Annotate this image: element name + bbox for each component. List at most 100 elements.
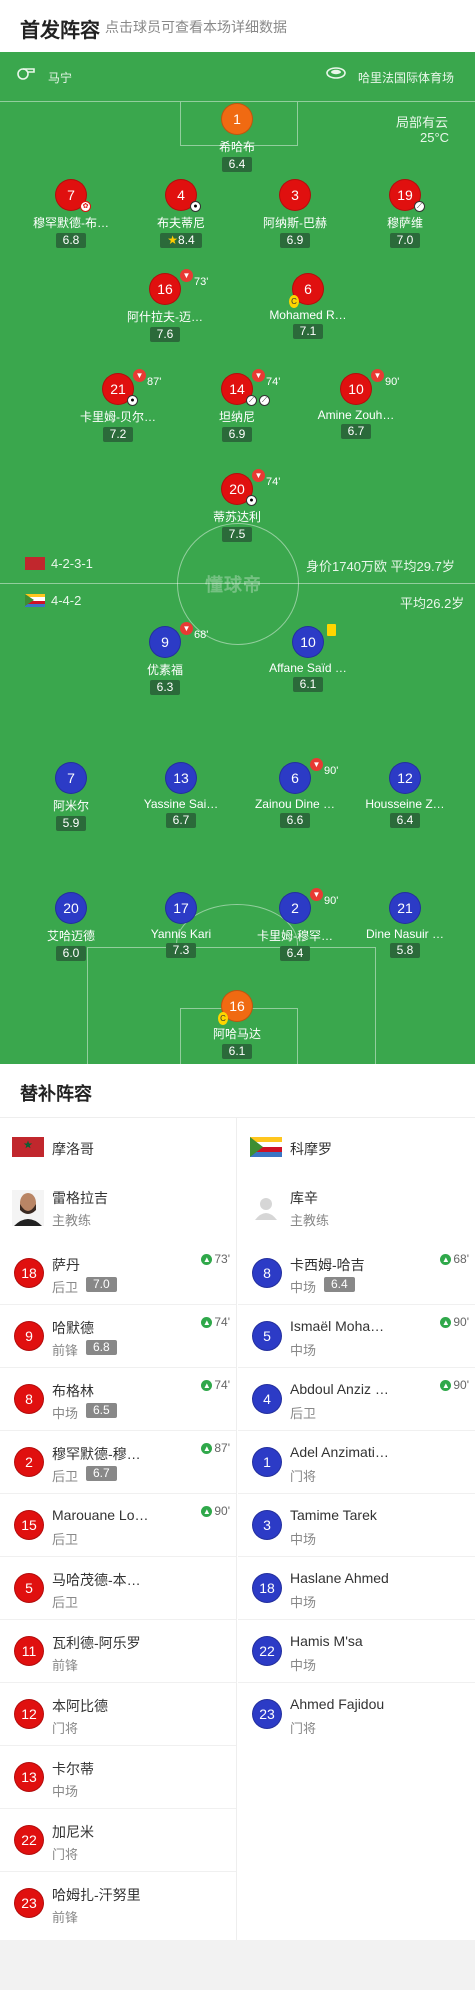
sub-row[interactable]: 18 萨丹 后卫 7.0 ▲ 73' xyxy=(0,1242,236,1305)
sub-in-time: 74' xyxy=(214,1315,230,1329)
away-player-9[interactable]: 9 ▼ 68' 优素福 6.3 xyxy=(110,622,220,696)
away-player-10[interactable]: 10 Affane Saïd … 6.1 xyxy=(253,624,363,693)
sub-row[interactable]: 23 Ahmed Fajidou 门将 xyxy=(238,1683,475,1746)
home-player-16[interactable]: 16 ▼ 73' 阿什拉夫-迈… 7.6 xyxy=(110,269,220,343)
home-player-21[interactable]: 21 ▼ 87' ● 卡里姆-贝尔… 7.2 xyxy=(63,369,173,443)
sub-row[interactable]: 22 Hamis M'sa 中场 xyxy=(238,1620,475,1683)
sub-row[interactable]: 1 Adel Anzimati… 门将 xyxy=(238,1431,475,1494)
yellow-card-icon: C xyxy=(218,1012,228,1025)
home-player-6[interactable]: 6C Mohamed R… 7.1 xyxy=(253,273,363,340)
player-name: 希哈布 xyxy=(218,140,255,154)
sub-in-icon: ▲ xyxy=(201,1506,213,1517)
sub-row[interactable]: 15 Marouane Lo… 后卫 ▲ 90' xyxy=(0,1494,236,1557)
sub-row[interactable]: 12 本阿比德 门将 xyxy=(0,1683,236,1746)
sub-row[interactable]: 9 哈默德 前锋 6.8 ▲ 74' xyxy=(0,1305,236,1368)
sub-row[interactable]: 2 穆罕默德-穆… 后卫 6.7 ▲ 87' xyxy=(0,1431,236,1494)
sub-row[interactable]: 23 哈姆扎-汗努里 前锋 xyxy=(0,1872,236,1935)
coach-role: 主教练 xyxy=(290,1213,330,1228)
sub-time: 87' xyxy=(147,376,162,388)
away-player-17[interactable]: 17 Yannis Kari 7.3 xyxy=(126,892,236,959)
sub-position: 中场 xyxy=(52,1784,79,1799)
player-name: 阿哈马达 xyxy=(212,1027,261,1041)
sub-position: 后卫 xyxy=(52,1532,79,1547)
sub-out-icon: ▼ xyxy=(180,622,193,635)
home-player-14[interactable]: 14 ▼ 74' ⟋ ⟋ 坦纳尼 6.9 xyxy=(182,369,292,443)
sub-number: 8 xyxy=(14,1384,44,1414)
sub-position: 后卫 xyxy=(52,1280,79,1295)
player-name: 穆罕默德-布… xyxy=(33,216,109,230)
player-rating: 6.4 xyxy=(389,813,421,828)
sub-in-icon: ▲ xyxy=(201,1380,213,1391)
home-player-7[interactable]: 7 ✿ 穆罕默德-布… 6.8 xyxy=(16,179,126,249)
sub-number: 22 xyxy=(14,1825,44,1855)
sub-row[interactable]: 8 卡西姆-哈吉 中场 6.4 ▲ 68' xyxy=(238,1242,475,1305)
player-number: 4 xyxy=(177,187,185,203)
home-player-4[interactable]: 4 ● 布夫蒂尼 ★8.4 xyxy=(126,179,236,249)
goal-ball-icon: ● xyxy=(127,395,138,406)
sub-number: 22 xyxy=(252,1636,282,1666)
sub-name: Tamime Tarek xyxy=(290,1507,377,1523)
sub-position: 门将 xyxy=(290,1469,317,1484)
sub-number: 11 xyxy=(14,1636,44,1666)
sub-name: 哈姆扎-汗努里 xyxy=(52,1887,141,1903)
sub-row[interactable]: 13 卡尔蒂 中场 xyxy=(0,1746,236,1809)
home-coach[interactable]: 雷格拉吉 主教练 xyxy=(0,1176,236,1242)
coach-name: 库辛 xyxy=(290,1190,318,1206)
player-number: 6 xyxy=(291,770,299,786)
sub-row[interactable]: 22 加尼米 门将 xyxy=(0,1809,236,1872)
sub-in-icon: ▲ xyxy=(440,1380,452,1391)
player-number: 10 xyxy=(300,634,316,650)
sub-in-time: 74' xyxy=(214,1378,230,1392)
sub-name: 穆罕默德-穆… xyxy=(52,1446,141,1462)
sub-out-icon: ▼ xyxy=(252,469,265,482)
away-player-6[interactable]: 6 ▼ 90' Zainou Dine … 6.6 xyxy=(240,758,350,829)
player-number: 13 xyxy=(165,762,197,794)
sub-row[interactable]: 5 马哈茂德-本… 后卫 xyxy=(0,1557,236,1620)
sub-name: Abdoul Anziz … xyxy=(290,1381,389,1397)
away-coach[interactable]: 库辛 主教练 xyxy=(238,1176,475,1242)
sub-in-icon: ▲ xyxy=(201,1317,213,1328)
player-number: 16 xyxy=(157,281,173,297)
player-rating: 6.7 xyxy=(340,424,372,439)
sub-number: 15 xyxy=(14,1510,44,1540)
player-name: Dine Nasuir … xyxy=(365,927,445,941)
page-subtitle: 点击球员可查看本场详细数据 xyxy=(105,19,287,35)
sub-position: 门将 xyxy=(52,1847,79,1862)
home-player-1[interactable]: 1 希哈布 6.4 xyxy=(182,103,292,173)
sub-row[interactable]: 8 布格林 中场 6.5 ▲ 74' xyxy=(0,1368,236,1431)
away-player-13[interactable]: 13 Yassine Sai… 6.7 xyxy=(126,762,236,829)
goal-ball-icon: ✿ xyxy=(80,201,91,212)
sub-name: Haslane Ahmed xyxy=(290,1570,389,1586)
player-number: 12 xyxy=(389,762,421,794)
home-formation: 4-2-3-1 xyxy=(51,556,93,571)
sub-name: 本阿比德 xyxy=(52,1698,108,1714)
sub-position: 后卫 xyxy=(290,1406,317,1421)
player-rating: 6.6 xyxy=(279,813,311,828)
sub-row[interactable]: 11 瓦利德-阿乐罗 前锋 xyxy=(0,1620,236,1683)
away-player-16[interactable]: 16 C 阿哈马达 6.1 xyxy=(182,990,292,1060)
away-player-20[interactable]: 20 艾哈迈德 6.0 xyxy=(16,892,126,962)
home-player-3[interactable]: 3 阿纳斯-巴赫 6.9 xyxy=(240,179,350,249)
sub-number: 4 xyxy=(252,1384,282,1414)
sub-out-icon: ▼ xyxy=(310,888,323,901)
player-rating: 6.8 xyxy=(55,233,87,248)
home-player-10[interactable]: 10 ▼ 90' Amine Zouh… 6.7 xyxy=(301,369,411,440)
coach-role: 主教练 xyxy=(52,1213,92,1228)
sub-in-time: 87' xyxy=(214,1441,230,1455)
away-player-21[interactable]: 21 Dine Nasuir … 5.8 xyxy=(350,892,460,959)
player-name: Affane Saïd … xyxy=(269,661,347,675)
away-player-7[interactable]: 7 阿米尔 5.9 xyxy=(16,762,126,832)
home-player-19[interactable]: 19 ⟋ 穆萨维 7.0 xyxy=(350,179,460,249)
home-player-20[interactable]: 20 ▼ 74' ● 蒂苏达利 7.5 xyxy=(182,469,292,543)
sub-name: 马哈茂德-本… xyxy=(52,1572,141,1588)
sub-row[interactable]: 5 Ismaël Moha… 中场 ▲ 90' xyxy=(238,1305,475,1368)
sub-row[interactable]: 18 Haslane Ahmed 中场 xyxy=(238,1557,475,1620)
away-player-12[interactable]: 12 Housseine Z… 6.4 xyxy=(350,762,460,829)
coach-name: 雷格拉吉 xyxy=(52,1190,108,1206)
sub-row[interactable]: 4 Abdoul Anziz … 后卫 ▲ 90' xyxy=(238,1368,475,1431)
sub-time: 90' xyxy=(324,895,339,907)
sub-row[interactable]: 3 Tamime Tarek 中场 xyxy=(238,1494,475,1557)
sub-position: 门将 xyxy=(52,1721,79,1736)
player-rating: 6.9 xyxy=(279,233,311,248)
away-player-2[interactable]: 2 ▼ 90' 卡里姆-穆罕… 6.4 xyxy=(240,888,350,962)
